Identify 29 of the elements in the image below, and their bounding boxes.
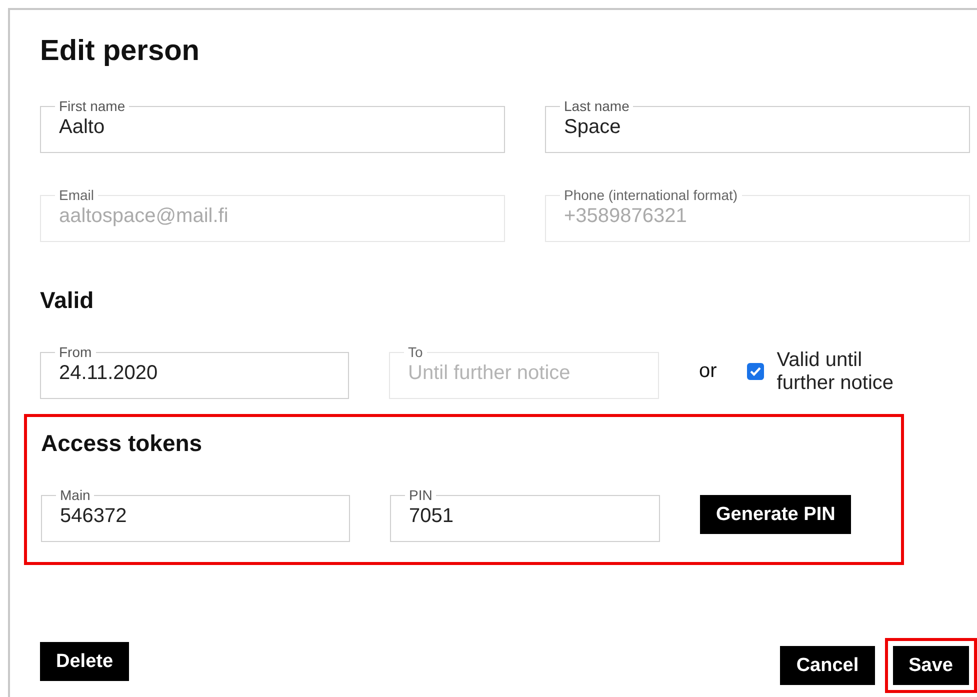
input-field[interactable]: Space bbox=[564, 116, 951, 139]
input-field[interactable]: 24.11.2020 bbox=[59, 362, 330, 385]
field-label: Last name bbox=[563, 98, 630, 114]
or-text: or bbox=[699, 360, 717, 383]
dialog-title: Edit person bbox=[40, 34, 201, 68]
text-field[interactable]: Last name Space bbox=[545, 98, 970, 153]
input-field[interactable]: 546372 bbox=[60, 505, 331, 528]
checkbox-label: Valid until further notice bbox=[776, 348, 895, 394]
field-label: To bbox=[407, 344, 424, 360]
checkmark-icon bbox=[750, 367, 761, 376]
section-heading: Valid bbox=[40, 286, 95, 314]
text-field[interactable]: From 24.11.2020 bbox=[40, 344, 349, 399]
text-field[interactable]: PIN 7051 bbox=[390, 487, 660, 542]
field-label: First name bbox=[58, 98, 126, 114]
input-field[interactable]: 7051 bbox=[409, 505, 641, 528]
field-label: Phone (international format) bbox=[563, 187, 739, 203]
checkbox[interactable] bbox=[746, 363, 764, 380]
save-button[interactable]: Save bbox=[892, 646, 969, 685]
field-label: PIN bbox=[408, 487, 434, 503]
field-label: Email bbox=[58, 187, 96, 203]
field-label: From bbox=[58, 344, 93, 360]
field-label: Main bbox=[59, 487, 92, 503]
delete-button[interactable]: Delete bbox=[40, 642, 130, 681]
input-field[interactable]: Aalto bbox=[59, 116, 486, 139]
text-field[interactable]: Main 546372 bbox=[41, 487, 350, 542]
section-heading: Access tokens bbox=[41, 429, 204, 457]
cancel-button[interactable]: Cancel bbox=[780, 646, 875, 685]
generate-pin-button[interactable]: Generate PIN bbox=[700, 495, 852, 534]
text-field[interactable]: First name Aalto bbox=[40, 98, 505, 153]
